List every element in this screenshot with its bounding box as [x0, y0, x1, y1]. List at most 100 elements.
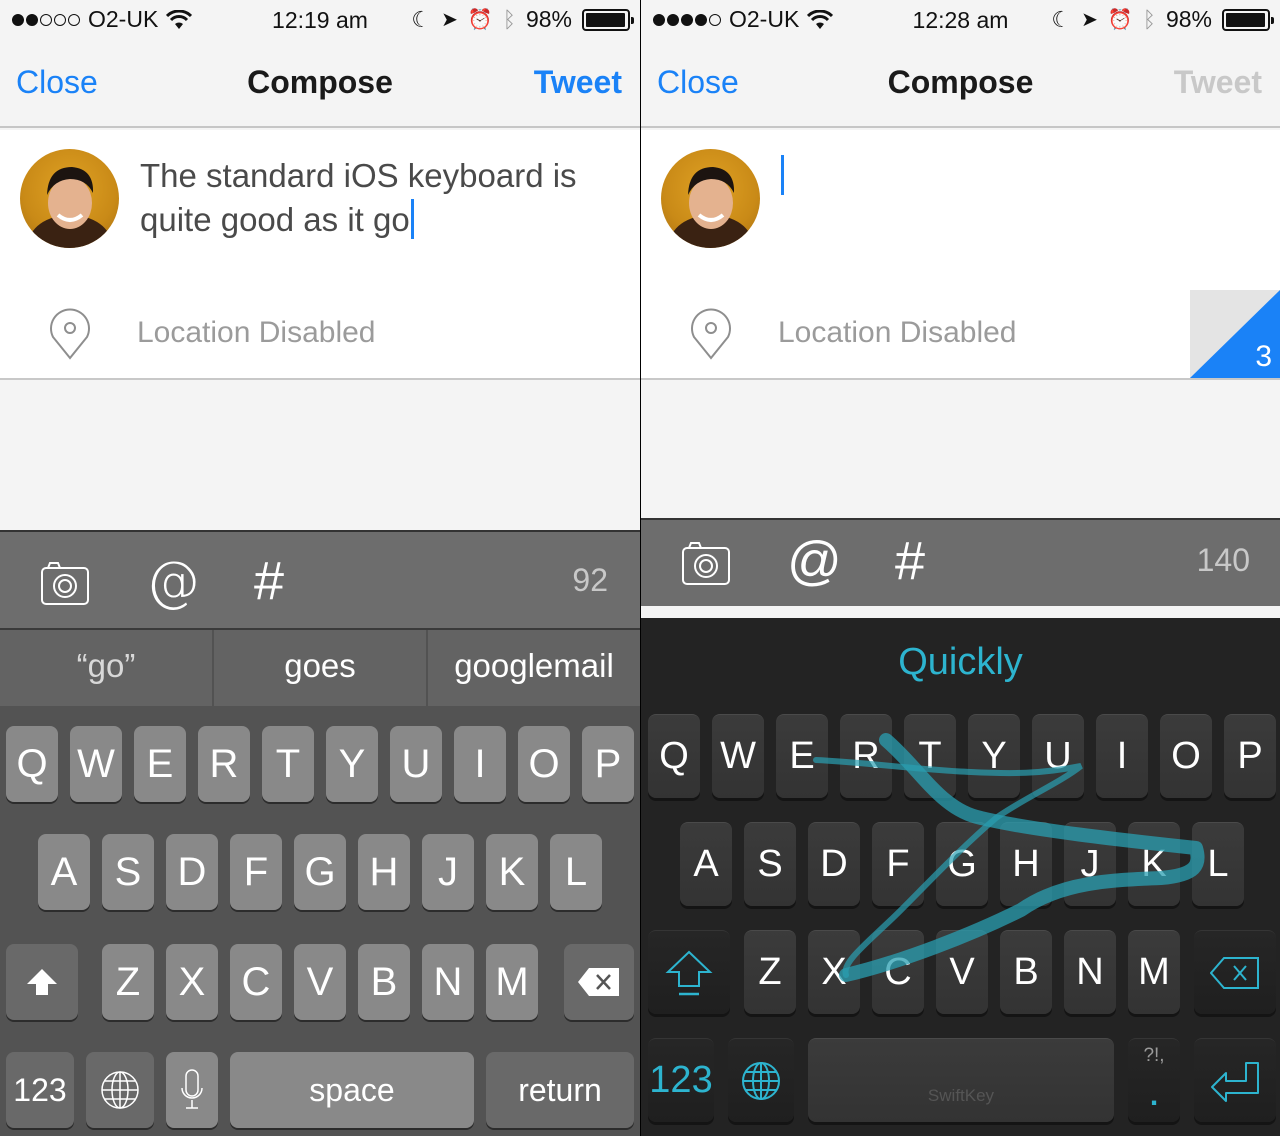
camera-icon[interactable]: [681, 538, 733, 590]
numbers-key[interactable]: 123: [648, 1038, 714, 1122]
backspace-key[interactable]: [1194, 930, 1276, 1014]
key-e[interactable]: E: [776, 714, 828, 798]
key-i[interactable]: I: [1096, 714, 1148, 798]
key-m[interactable]: M: [486, 944, 538, 1020]
close-button[interactable]: Close: [16, 64, 98, 101]
key-b[interactable]: B: [358, 944, 410, 1020]
close-button[interactable]: Close: [657, 64, 739, 101]
key-d[interactable]: D: [808, 822, 860, 906]
key-y[interactable]: Y: [326, 726, 378, 802]
key-d[interactable]: D: [166, 834, 218, 910]
key-s[interactable]: S: [744, 822, 796, 906]
key-h[interactable]: H: [1000, 822, 1052, 906]
key-label: I: [1116, 735, 1128, 777]
key-s[interactable]: S: [102, 834, 154, 910]
key-c[interactable]: C: [230, 944, 282, 1020]
space-key[interactable]: SwiftKey: [808, 1038, 1114, 1122]
drafts-button[interactable]: 3: [1190, 290, 1280, 378]
key-m[interactable]: M: [1128, 930, 1180, 1014]
return-key[interactable]: return: [486, 1052, 634, 1128]
key-u[interactable]: U: [1032, 714, 1084, 798]
key-t[interactable]: T: [904, 714, 956, 798]
key-o[interactable]: O: [518, 726, 570, 802]
key-y[interactable]: Y: [968, 714, 1020, 798]
compose-toolbar: @ # 140: [641, 518, 1280, 606]
key-l[interactable]: L: [550, 834, 602, 910]
key-g[interactable]: G: [294, 834, 346, 910]
globe-key[interactable]: [86, 1052, 154, 1128]
key-j[interactable]: J: [422, 834, 474, 910]
location-button[interactable]: Location Disabled: [641, 300, 1280, 370]
shift-icon: [665, 950, 713, 995]
return-key[interactable]: [1194, 1038, 1276, 1122]
status-bar: O2-UK 12:28 am ☾ ➤ ⏰ ᛒ 98%: [641, 0, 1280, 42]
key-w[interactable]: W: [712, 714, 764, 798]
mention-button[interactable]: @: [787, 530, 842, 591]
key-u[interactable]: U: [390, 726, 442, 802]
key-v[interactable]: V: [936, 930, 988, 1014]
backspace-key[interactable]: [564, 944, 634, 1020]
hashtag-button[interactable]: #: [254, 550, 306, 611]
key-n[interactable]: N: [1064, 930, 1116, 1014]
space-key[interactable]: space: [230, 1052, 474, 1128]
key-label: Z: [115, 959, 141, 1004]
shift-icon: [27, 969, 57, 995]
key-i[interactable]: I: [454, 726, 506, 802]
tweet-button[interactable]: Tweet: [1174, 64, 1262, 101]
key-t[interactable]: T: [262, 726, 314, 802]
key-j[interactable]: J: [1064, 822, 1116, 906]
wifi-icon: [166, 9, 193, 29]
globe-icon: [101, 1071, 139, 1109]
key-n[interactable]: N: [422, 944, 474, 1020]
numbers-key[interactable]: 123: [6, 1052, 74, 1128]
key-k[interactable]: K: [486, 834, 538, 910]
backspace-icon: [578, 968, 619, 996]
tweet-text-input[interactable]: The standard iOS keyboard is quite good …: [140, 154, 620, 242]
shift-key[interactable]: [648, 930, 730, 1014]
mention-button[interactable]: @: [146, 550, 200, 613]
key-a[interactable]: A: [38, 834, 90, 910]
key-k[interactable]: K: [1128, 822, 1180, 906]
key-c[interactable]: C: [872, 930, 924, 1014]
key-r[interactable]: R: [840, 714, 892, 798]
key-v[interactable]: V: [294, 944, 346, 1020]
prediction-item[interactable]: Quickly: [898, 641, 1023, 683]
key-label: D: [820, 843, 848, 885]
location-button[interactable]: Location Disabled: [0, 300, 640, 370]
dictation-key[interactable]: [166, 1052, 218, 1128]
key-f[interactable]: F: [230, 834, 282, 910]
key-p[interactable]: P: [1224, 714, 1276, 798]
key-q[interactable]: Q: [648, 714, 700, 798]
key-r[interactable]: R: [198, 726, 250, 802]
key-x[interactable]: X: [808, 930, 860, 1014]
hashtag-button[interactable]: #: [895, 530, 947, 591]
suggestion-item[interactable]: goes: [214, 630, 428, 706]
key-l[interactable]: L: [1192, 822, 1244, 906]
key-a[interactable]: A: [680, 822, 732, 906]
key-z[interactable]: Z: [744, 930, 796, 1014]
key-b[interactable]: B: [1000, 930, 1052, 1014]
tweet-text-input[interactable]: [781, 154, 1261, 198]
suggestion-item[interactable]: googlemail: [428, 630, 640, 706]
location-services-icon: ➤: [1081, 9, 1098, 31]
text-caret: [781, 155, 784, 195]
key-w[interactable]: W: [70, 726, 122, 802]
shift-key[interactable]: [6, 944, 78, 1020]
key-z[interactable]: Z: [102, 944, 154, 1020]
key-o[interactable]: O: [1160, 714, 1212, 798]
key-e[interactable]: E: [134, 726, 186, 802]
key-f[interactable]: F: [872, 822, 924, 906]
key-p[interactable]: P: [582, 726, 634, 802]
key-h[interactable]: H: [358, 834, 410, 910]
camera-icon[interactable]: [40, 558, 92, 610]
suggestion-item[interactable]: “go”: [0, 630, 214, 706]
punctuation-key[interactable]: ?!,.: [1128, 1038, 1180, 1122]
key-g[interactable]: G: [936, 822, 988, 906]
key-label: P: [594, 741, 622, 786]
globe-key[interactable]: [728, 1038, 794, 1122]
compose-area: The standard iOS keyboard is quite good …: [0, 130, 640, 380]
tweet-button[interactable]: Tweet: [534, 64, 622, 101]
key-x[interactable]: X: [166, 944, 218, 1020]
ios-keyboard: Q W E R T Y U I O P A S D F G H J K L Z X C V B N M 123 space return: [0, 706, 640, 1136]
key-q[interactable]: Q: [6, 726, 58, 802]
